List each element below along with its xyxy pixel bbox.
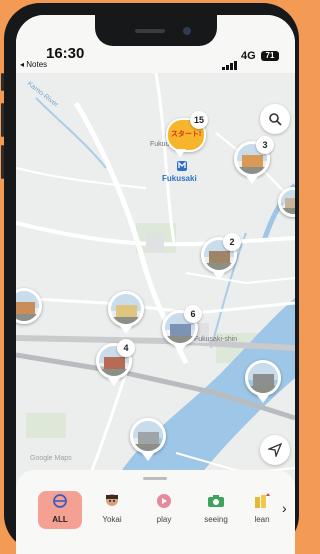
camera-icon bbox=[194, 491, 238, 511]
navigation-arrow-icon bbox=[268, 443, 282, 457]
category-play[interactable]: play bbox=[142, 491, 186, 529]
search-button[interactable] bbox=[260, 104, 290, 134]
category-label: ALL bbox=[52, 515, 68, 524]
battery-icon: 71 bbox=[261, 51, 279, 61]
spot-pin-edge-right[interactable] bbox=[278, 187, 295, 217]
yokai-icon bbox=[90, 491, 134, 511]
spot-pin-lower-right[interactable] bbox=[245, 360, 281, 396]
category-bar: ALL Yokai play seeing lean › bbox=[16, 470, 295, 554]
pin-count-badge: 6 bbox=[184, 305, 202, 323]
volume-down-button bbox=[1, 145, 4, 179]
play-icon bbox=[142, 491, 186, 511]
network-type: 4G bbox=[241, 50, 256, 62]
phone-frame: 16:30 ◂ Notes 4G 71 Kamo-River Fukuda Fu… bbox=[1, 3, 299, 554]
start-count-badge: 15 bbox=[190, 111, 208, 129]
area-label-fukusaki-shin: Fukusaki-shin bbox=[194, 336, 238, 343]
locate-button[interactable] bbox=[260, 435, 290, 465]
volume-up-button bbox=[1, 103, 4, 137]
screen: 16:30 ◂ Notes 4G 71 Kamo-River Fukuda Fu… bbox=[16, 15, 295, 554]
signal-icon bbox=[222, 52, 238, 70]
spot-pin-edge-left[interactable] bbox=[16, 288, 42, 324]
place-label-fukusaki: Fukusaki bbox=[162, 174, 197, 183]
pin-count-badge: 2 bbox=[223, 233, 241, 251]
search-icon bbox=[269, 113, 282, 126]
spot-pin-left-upper[interactable] bbox=[108, 291, 144, 327]
category-lean[interactable]: lean bbox=[240, 491, 284, 529]
category-label: seeing bbox=[204, 515, 228, 524]
pencil-icon bbox=[240, 491, 284, 511]
place-icon bbox=[176, 159, 188, 171]
pin-tail bbox=[174, 345, 186, 353]
pin-tail bbox=[142, 453, 154, 461]
notch bbox=[95, 15, 217, 46]
pin-tail bbox=[120, 326, 132, 334]
back-to-notes[interactable]: ◂ Notes bbox=[20, 60, 47, 69]
category-seeing[interactable]: seeing bbox=[194, 491, 238, 529]
pin-tail bbox=[213, 272, 225, 280]
category-label: play bbox=[156, 515, 172, 524]
battery-level: 71 bbox=[265, 51, 275, 60]
map-watermark: Google Maps bbox=[30, 455, 72, 462]
refresh-icon bbox=[38, 491, 82, 511]
camera-dot bbox=[183, 27, 191, 35]
drag-handle[interactable] bbox=[143, 477, 167, 480]
category-label: lean bbox=[254, 515, 270, 524]
category-all[interactable]: ALL bbox=[38, 491, 82, 529]
spot-pin-bottom[interactable] bbox=[130, 418, 166, 454]
clock: 16:30 bbox=[46, 45, 85, 62]
mute-switch bbox=[1, 73, 4, 91]
pin-tail bbox=[257, 395, 269, 403]
category-yokai[interactable]: Yokai bbox=[90, 491, 134, 529]
pin-count-badge: 3 bbox=[256, 136, 274, 154]
start-marker-tail bbox=[174, 149, 186, 157]
category-label: Yokai bbox=[102, 515, 122, 524]
pin-tail bbox=[108, 378, 120, 386]
chevron-right-icon[interactable]: › bbox=[282, 500, 287, 516]
speaker-grille bbox=[135, 29, 165, 33]
start-label: スタート! bbox=[170, 131, 202, 138]
pin-tail bbox=[246, 176, 258, 184]
pin-count-badge: 4 bbox=[117, 339, 135, 357]
